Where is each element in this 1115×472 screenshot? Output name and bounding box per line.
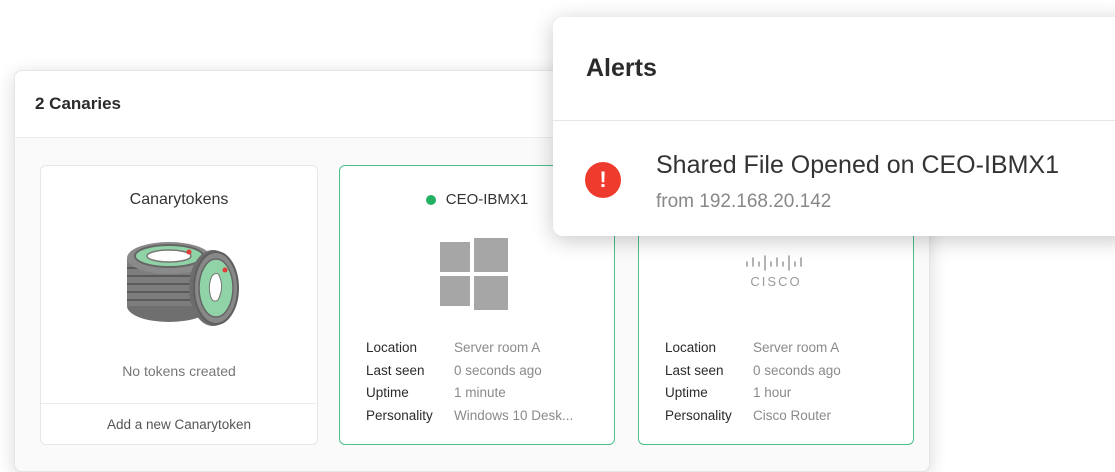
- canarytokens-title: Canarytokens: [129, 191, 229, 208]
- alerts-header: Alerts: [553, 17, 1115, 121]
- alert-subtitle: from 192.168.20.142: [656, 191, 832, 212]
- device-name: CEO-IBMX1: [445, 191, 529, 208]
- prop-value: Server room A: [753, 340, 840, 355]
- prop-value: Windows 10 Desk...: [454, 407, 574, 423]
- prop-row-last-seen: Last seen 0 seconds ago: [366, 360, 573, 383]
- prop-row-last-seen: Last seen 0 seconds ago: [665, 360, 841, 383]
- prop-key: Location: [665, 340, 717, 355]
- prop-row-uptime: Uptime 1 minute: [366, 382, 573, 405]
- prop-row-location: Location Server room A: [366, 337, 573, 360]
- cisco-logo-text: CISCO: [750, 274, 802, 289]
- prop-key: Uptime: [366, 385, 409, 400]
- no-tokens-text: No tokens created: [122, 363, 236, 379]
- prop-row-personality: Personality Windows 10 Desk...: [366, 405, 573, 428]
- prop-value: 0 seconds ago: [454, 362, 542, 378]
- alert-title: Shared File Opened on CEO-IBMX1: [656, 151, 1059, 179]
- device-properties: Location Server room A Last seen 0 secon…: [665, 337, 841, 427]
- exclamation-icon: !: [585, 162, 621, 198]
- alert-item[interactable]: ! Shared File Opened on CEO-IBMX1 from 1…: [553, 121, 1115, 236]
- canarytoken-coins-icon: [127, 242, 239, 326]
- prop-key: Last seen: [665, 362, 724, 378]
- add-canarytoken-button[interactable]: Add a new Canarytoken: [41, 403, 317, 444]
- prop-key: Personality: [665, 407, 732, 423]
- panel-title: 2 Canaries: [35, 94, 121, 113]
- prop-key: Last seen: [366, 362, 425, 378]
- canarytokens-card[interactable]: Canarytokens No tokens created Add a new…: [40, 165, 318, 445]
- prop-row-location: Location Server room A: [665, 337, 841, 360]
- online-status-icon: [425, 194, 436, 205]
- prop-row-personality: Personality Cisco Router: [665, 405, 841, 428]
- prop-value: Server room A: [454, 340, 541, 355]
- prop-key: Uptime: [665, 385, 708, 400]
- prop-key: Personality: [366, 407, 433, 423]
- prop-key: Location: [366, 340, 418, 355]
- prop-value: 0 seconds ago: [753, 362, 841, 378]
- alerts-title: Alerts: [586, 54, 657, 82]
- prop-row-uptime: Uptime 1 hour: [665, 382, 841, 405]
- prop-value: Cisco Router: [753, 407, 832, 423]
- alerts-popup: Alerts ! Shared File Opened on CEO-IBMX1…: [553, 17, 1115, 236]
- prop-value: 1 minute: [454, 385, 506, 400]
- windows-logo-icon: [440, 238, 508, 310]
- device-properties: Location Server room A Last seen 0 secon…: [366, 337, 573, 427]
- prop-value: 1 hour: [753, 385, 792, 400]
